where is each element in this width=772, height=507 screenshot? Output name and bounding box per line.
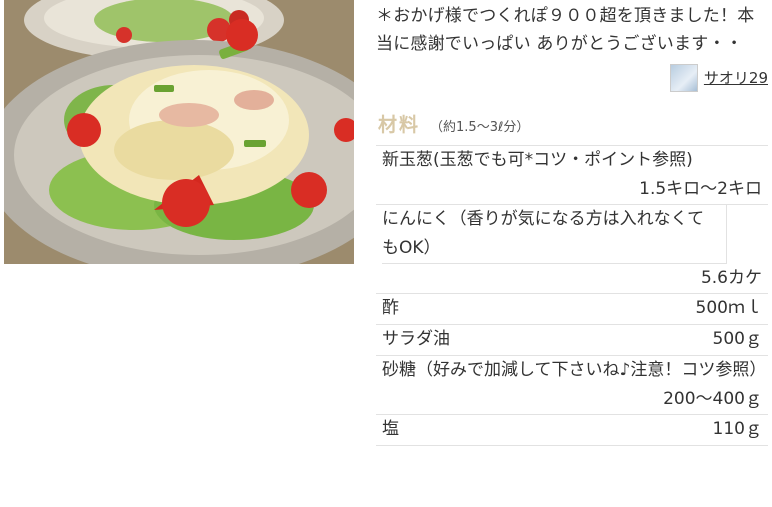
ingredient-qty: 200〜400ｇ <box>663 389 762 409</box>
ingredient-row: 砂糖（好みで加減して下さいね♪注意！コツ参照） 200〜400ｇ <box>376 356 768 415</box>
ingredient-name: 酢 <box>382 298 399 318</box>
ingredients-title: 材料 <box>378 114 421 136</box>
ingredient-qty: 500ｍｌ <box>695 298 762 318</box>
salad-photo-icon <box>4 0 354 264</box>
ingredient-qty: 1.5キロ〜2キロ <box>639 179 762 199</box>
ingredient-name: 新玉葱(玉葱でも可*コツ・ポイント参照) <box>382 150 693 170</box>
ingredients-header: 材料 （約1.5〜3ℓ分） <box>376 110 768 137</box>
ingredient-qty: 500ｇ <box>712 329 762 349</box>
ingredient-qty: 5.6カケ <box>700 268 762 288</box>
recipe-info: ＊おかげ様でつくれぽ９００超を頂きました！本当に感謝でいっぱい ありがとうござい… <box>376 0 768 446</box>
author[interactable]: サオリ29 <box>376 64 768 92</box>
ingredient-row: 酢 500ｍｌ <box>376 294 768 325</box>
ingredient-name: 砂糖（好みで加減して下さいね♪注意！コツ参照） <box>382 360 767 380</box>
ingredient-name: 塩 <box>382 419 399 439</box>
ingredients-list: 新玉葱(玉葱でも可*コツ・ポイント参照) 1.5キロ〜2キロ にんにく（香りが気… <box>376 145 768 446</box>
ingredient-name: サラダ油 <box>382 329 450 349</box>
ingredient-row: 新玉葱(玉葱でも可*コツ・ポイント参照) 1.5キロ〜2キロ <box>376 146 768 205</box>
author-name-link[interactable]: サオリ29 <box>704 64 768 92</box>
ingredient-row: にんにく（香りが気になる方は入れなくてもOK） 5.6カケ <box>376 205 768 294</box>
recipe-description: ＊おかげ様でつくれぽ９００超を頂きました！本当に感謝でいっぱい ありがとうござい… <box>376 6 755 54</box>
ingredient-qty: 110ｇ <box>712 419 762 439</box>
user-avatar-icon[interactable] <box>669 64 698 92</box>
ingredient-row: サラダ油 500ｇ <box>376 325 768 356</box>
ingredient-row: 塩 110ｇ <box>376 415 768 446</box>
recipe-photo[interactable] <box>4 0 354 264</box>
ingredients-serving: （約1.5〜3ℓ分） <box>430 120 530 135</box>
ingredient-name: にんにく（香りが気になる方は入れなくてもOK） <box>382 205 727 264</box>
